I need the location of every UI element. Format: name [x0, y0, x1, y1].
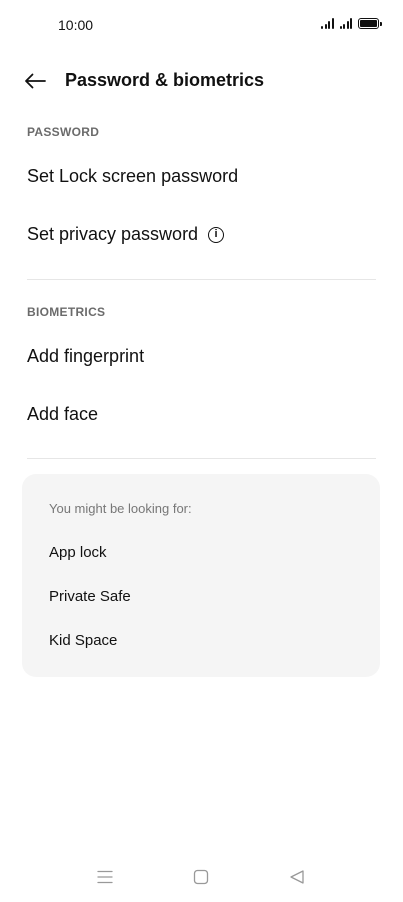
- list-item-label: Add fingerprint: [27, 346, 145, 366]
- status-time: 10:00: [58, 17, 94, 33]
- suggestion-app-lock[interactable]: App lock: [49, 544, 107, 561]
- list-item-label: Add face: [27, 404, 99, 424]
- divider: [27, 279, 376, 280]
- divider: [27, 458, 376, 459]
- recent-apps-button[interactable]: [94, 866, 116, 888]
- home-square-icon: [193, 869, 209, 885]
- home-button[interactable]: [190, 866, 212, 888]
- section-header-password: PASSWORD: [27, 125, 100, 139]
- page-title: Password & biometrics: [65, 70, 265, 90]
- app-bar: Password & biometrics: [0, 60, 403, 102]
- back-button[interactable]: [22, 68, 48, 94]
- suggestions-card: You might be looking for: App lock Priva…: [22, 474, 380, 677]
- arrow-left-icon: [25, 73, 46, 89]
- menu-icon: [97, 870, 113, 884]
- list-item-label: Set Lock screen password: [27, 166, 239, 186]
- status-icons: [321, 18, 382, 29]
- set-privacy-password-item[interactable]: Set privacy password i: [27, 224, 225, 245]
- signal-icon-2: [339, 18, 352, 29]
- add-face-item[interactable]: Add face: [27, 404, 98, 425]
- suggestion-private-safe[interactable]: Private Safe: [49, 588, 131, 605]
- signal-icon: [321, 18, 334, 29]
- add-fingerprint-item[interactable]: Add fingerprint: [27, 346, 144, 367]
- info-icon[interactable]: i: [208, 226, 225, 243]
- section-header-biometrics: BIOMETRICS: [27, 305, 106, 319]
- status-bar: 10:00: [0, 0, 403, 52]
- list-item-label: Set privacy password: [27, 224, 199, 244]
- suggestions-title: You might be looking for:: [49, 501, 192, 516]
- navigation-bar: [0, 862, 403, 892]
- battery-icon: [358, 18, 382, 29]
- suggestion-kid-space[interactable]: Kid Space: [49, 632, 117, 649]
- set-lock-screen-password-item[interactable]: Set Lock screen password: [27, 166, 238, 187]
- back-triangle-icon: [290, 870, 304, 884]
- nav-back-button[interactable]: [286, 866, 308, 888]
